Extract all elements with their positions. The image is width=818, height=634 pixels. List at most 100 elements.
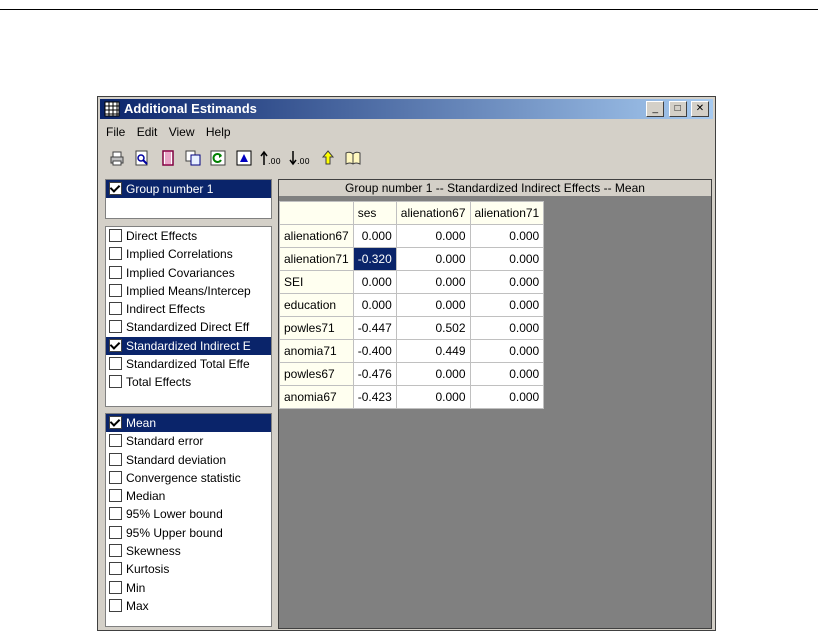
statistic-checkbox[interactable] [109, 452, 122, 466]
refresh-icon[interactable] [209, 149, 227, 167]
close-button[interactable]: ✕ [691, 101, 709, 117]
statistic-checkbox[interactable] [109, 507, 122, 521]
estimand-label: Implied Covariances [126, 265, 235, 280]
export-icon[interactable] [235, 149, 253, 167]
estimand-checkbox[interactable] [109, 357, 122, 371]
estimand-item[interactable]: Indirect Effects [106, 300, 271, 318]
table-row: SEI 0.000 0.000 0.000 [279, 270, 545, 294]
statistic-label: Min [126, 580, 146, 595]
estimand-checkbox[interactable] [109, 283, 122, 297]
maximize-button[interactable]: □ [668, 101, 687, 117]
estimand-checkbox[interactable] [109, 265, 122, 279]
statistic-item[interactable]: Kurtosis [106, 560, 271, 578]
results-grid[interactable]: ses alienation67 alienation71 alienation67 0… [279, 201, 545, 409]
grid-cell[interactable]: 0.502 [395, 316, 471, 340]
estimand-list[interactable]: Direct Effects Implied Correlations Implie… [105, 226, 272, 407]
estimand-item[interactable]: Standardized Direct Eff [106, 318, 271, 336]
group-checkbox[interactable] [109, 182, 122, 195]
estimand-checkbox[interactable] [109, 375, 122, 389]
grid-cell[interactable]: -0.447 [352, 316, 397, 340]
statistic-checkbox[interactable] [109, 416, 122, 429]
estimand-checkbox[interactable] [109, 320, 122, 334]
statistic-checkbox[interactable] [109, 489, 122, 503]
preview-icon[interactable] [133, 149, 151, 167]
grid-cell[interactable]: 0.000 [395, 270, 471, 294]
estimand-item[interactable]: Standardized Total Effe [106, 355, 271, 373]
statistic-item[interactable]: Convergence statistic [106, 469, 271, 487]
grid-cell[interactable]: 0.000 [469, 385, 545, 409]
grid-cell[interactable]: 0.000 [395, 362, 471, 386]
estimand-checkbox[interactable] [109, 229, 122, 242]
minimize-button[interactable]: _ [646, 101, 665, 117]
statistic-checkbox[interactable] [109, 434, 122, 448]
statistic-checkbox[interactable] [109, 598, 122, 612]
statistic-checkbox[interactable] [109, 562, 122, 576]
grid-cell[interactable]: 0.000 [395, 385, 471, 409]
grid-cell[interactable]: 0.000 [352, 270, 397, 294]
grid-cell[interactable]: 0.449 [395, 339, 471, 363]
statistic-item[interactable]: 95% Upper bound [106, 524, 271, 542]
book-icon[interactable] [344, 149, 362, 167]
grid-cell[interactable]: 0.000 [469, 316, 545, 340]
grid-cell[interactable]: -0.400 [352, 339, 397, 363]
group-item[interactable]: Group number 1 [106, 180, 271, 199]
grid-cell[interactable]: 0.000 [395, 247, 471, 271]
grid-cell[interactable]: 0.000 [352, 224, 397, 248]
grid-cell[interactable]: 0.000 [469, 224, 545, 248]
statistic-item[interactable]: Standard error [106, 432, 271, 450]
statistic-checkbox[interactable] [109, 580, 122, 594]
help-arrow-icon[interactable] [319, 149, 337, 167]
grid-corner-cell [279, 201, 354, 225]
statistic-checkbox[interactable] [109, 470, 122, 484]
table-row: anomia71 -0.400 0.449 0.000 [279, 339, 545, 363]
estimand-checkbox[interactable] [109, 302, 122, 316]
svg-text:.00: .00 [268, 157, 281, 166]
grid-cell[interactable]: 0.000 [395, 224, 471, 248]
grid-cell[interactable]: -0.320 [352, 247, 397, 271]
grid-cell[interactable]: 0.000 [469, 247, 545, 271]
window-title: Additional Estimands [124, 101, 257, 116]
group-list[interactable]: Group number 1 [105, 179, 272, 219]
estimand-item[interactable]: Implied Correlations [106, 245, 271, 263]
grid-cell[interactable]: 0.000 [469, 270, 545, 294]
statistic-item[interactable]: Standard deviation [106, 451, 271, 469]
statistic-label: Skewness [126, 544, 181, 559]
grid-cell[interactable]: -0.423 [352, 385, 397, 409]
menu-file[interactable]: File [106, 125, 125, 139]
estimand-item[interactable]: Direct Effects [106, 227, 271, 245]
statistic-checkbox[interactable] [109, 525, 122, 539]
print-icon[interactable] [108, 149, 126, 167]
estimand-item[interactable]: Standardized Indirect E [106, 336, 271, 356]
grid-cell[interactable]: 0.000 [469, 293, 545, 317]
estimand-checkbox[interactable] [109, 338, 122, 352]
table-row: alienation71 -0.320 0.000 0.000 [279, 247, 545, 271]
menu-edit[interactable]: Edit [137, 125, 158, 139]
grid-cell[interactable]: 0.000 [352, 293, 397, 317]
estimand-item[interactable]: Implied Covariances [106, 264, 271, 282]
grid-cell[interactable]: 0.000 [469, 339, 545, 363]
row-header: anomia67 [279, 385, 354, 409]
statistic-item[interactable]: Median [106, 487, 271, 505]
grid-cell[interactable]: 0.000 [395, 293, 471, 317]
grid-cell[interactable]: -0.476 [352, 362, 397, 386]
statistic-item[interactable]: Mean [106, 414, 271, 433]
row-header: anomia71 [279, 339, 354, 363]
estimand-item[interactable]: Implied Means/Intercep [106, 282, 271, 300]
statistic-checkbox[interactable] [109, 544, 122, 558]
statistic-list[interactable]: Mean Standard error Standard deviation Conv… [105, 413, 272, 627]
statistic-label: 95% Upper bound [126, 525, 223, 540]
menu-help[interactable]: Help [206, 125, 231, 139]
estimand-item[interactable]: Total Effects [106, 373, 271, 391]
title-bar[interactable]: Additional Estimands _ □ ✕ [100, 99, 713, 119]
increase-decimals-icon[interactable]: .00 [260, 149, 282, 167]
menu-view[interactable]: View [169, 125, 195, 139]
estimand-checkbox[interactable] [109, 247, 122, 261]
copy-rich-icon[interactable] [159, 149, 177, 167]
statistic-item[interactable]: Max [106, 597, 271, 615]
grid-cell[interactable]: 0.000 [469, 362, 545, 386]
statistic-item[interactable]: 95% Lower bound [106, 505, 271, 523]
copy-icon[interactable] [184, 149, 202, 167]
statistic-item[interactable]: Skewness [106, 542, 271, 560]
statistic-item[interactable]: Min [106, 579, 271, 597]
decrease-decimals-icon[interactable]: .00 [289, 149, 311, 167]
